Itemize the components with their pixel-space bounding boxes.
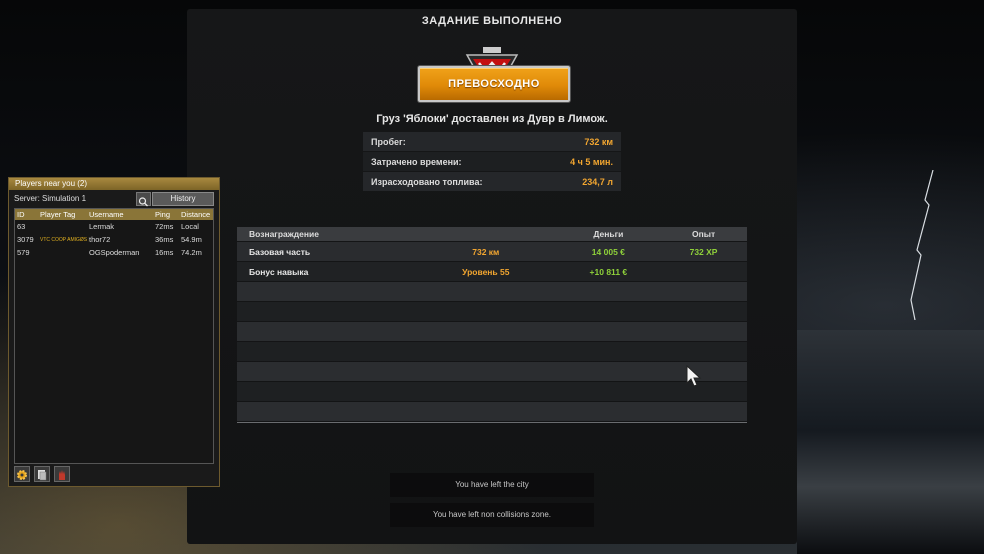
stat-fuel: Израсходовано топлива: 234,7 л [363,172,621,191]
player-ping: 36ms [155,235,174,244]
server-label: Server: Simulation 1 [14,194,87,203]
player-distance: Local [181,222,199,231]
col-ping[interactable]: Ping [155,210,181,219]
notification-message: You have left non collisions zone. [390,503,594,527]
search-icon [138,197,148,207]
job-stats: Пробег: 732 км Затрачено времени: 4 ч 5 … [363,132,621,192]
document-icon [38,470,47,481]
reward-detail: 732 км [472,246,500,257]
player-ping: 72ms [155,222,174,231]
stat-label: Израсходовано топлива: [371,176,483,187]
reward-name: Бонус навыка [249,266,309,277]
reward-row-empty [237,402,747,421]
lightning-bolt [910,170,934,320]
reward-xp: 732 XP [689,246,718,257]
player-username: OGSpoderman [89,248,140,257]
stat-time: Затрачено времени: 4 ч 5 мин. [363,152,621,171]
reward-row-empty [237,322,747,341]
player-distance: 54.9m [181,235,202,244]
player-username: Lermak [89,222,115,231]
header-money: Деньги [593,229,624,239]
table-row[interactable]: 579 OGSpoderman 16ms 74.2m [15,246,213,259]
reward-name: Базовая часть [249,246,311,257]
col-id[interactable]: ID [15,210,40,219]
stat-label: Пробег: [371,136,406,147]
reward-row: Бонус навыка Уровень 55 +10 811 € [237,262,747,281]
player-ping: 16ms [155,248,174,257]
reward-row-empty [237,282,747,301]
player-id: 63 [17,222,26,231]
players-table-header: ID Player Tag Username Ping Distance [15,209,213,220]
reward-money: +10 811 € [589,266,628,277]
players-panel-toolbar [14,466,70,482]
search-button[interactable] [136,192,151,207]
stat-value: 234,7 л [582,176,613,187]
stat-distance: Пробег: 732 км [363,132,621,151]
table-row[interactable]: 63 Lermak 72ms Local [15,220,213,233]
rewards-table: Вознаграждение Деньги Опыт Базовая часть… [237,227,747,423]
col-player-tag[interactable]: Player Tag [40,210,89,219]
players-panel-title[interactable]: Players near you (2) [9,178,219,190]
notification-message: You have left the city [390,473,594,497]
player-distance: 74.2m [181,248,202,257]
header-reward: Вознаграждение [249,229,320,239]
reward-detail: Уровень 55 [462,266,510,277]
reward-money: 14 005 € [591,246,625,257]
rating-badge: ПРЕВОСХОДНО [418,66,570,102]
players-near-panel: Players near you (2) Server: Simulation … [8,177,220,487]
hand-icon [59,470,65,480]
reward-row-empty [237,382,747,401]
reward-row-empty [237,362,747,381]
player-tag: VTC COOP AMIGØS | [40,236,89,243]
stat-value: 4 ч 5 мин. [570,156,613,167]
header-xp: Опыт [691,229,716,239]
rewards-header: Вознаграждение Деньги Опыт [237,227,747,241]
mouse-cursor-icon [686,365,702,387]
player-username: thor72 [89,235,111,244]
panel-title: ЗАДАНИЕ ВЫПОЛНЕНО [421,15,563,27]
table-row[interactable]: 3079 VTC COOP AMIGØS | thor72 36ms 54.9m [15,233,213,246]
job-result-panel: ЗАДАНИЕ ВЫПОЛНЕНО ПРЕВОСХОДНО Груз 'Ябло… [187,9,797,544]
player-id: 3079 [17,235,34,244]
player-id: 579 [17,248,30,257]
stat-value: 732 км [584,136,613,147]
settings-button[interactable] [14,466,30,482]
rewards-divider [237,422,747,423]
background-scenery [797,330,984,554]
gear-icon [17,470,27,480]
col-distance[interactable]: Distance [181,210,213,219]
cargo-delivered-text: Груз 'Яблоки' доставлен из Дувр в Лимож. [376,113,608,125]
reward-row-empty [237,342,747,361]
reward-row: Базовая часть 732 км 14 005 € 732 XP [237,242,747,261]
copy-button[interactable] [34,466,50,482]
reward-row-empty [237,302,747,321]
col-username[interactable]: Username [89,210,155,219]
players-table: ID Player Tag Username Ping Distance 63 … [14,208,214,464]
history-button[interactable]: History [152,192,214,206]
block-button[interactable] [54,466,70,482]
stat-label: Затрачено времени: [371,156,462,167]
